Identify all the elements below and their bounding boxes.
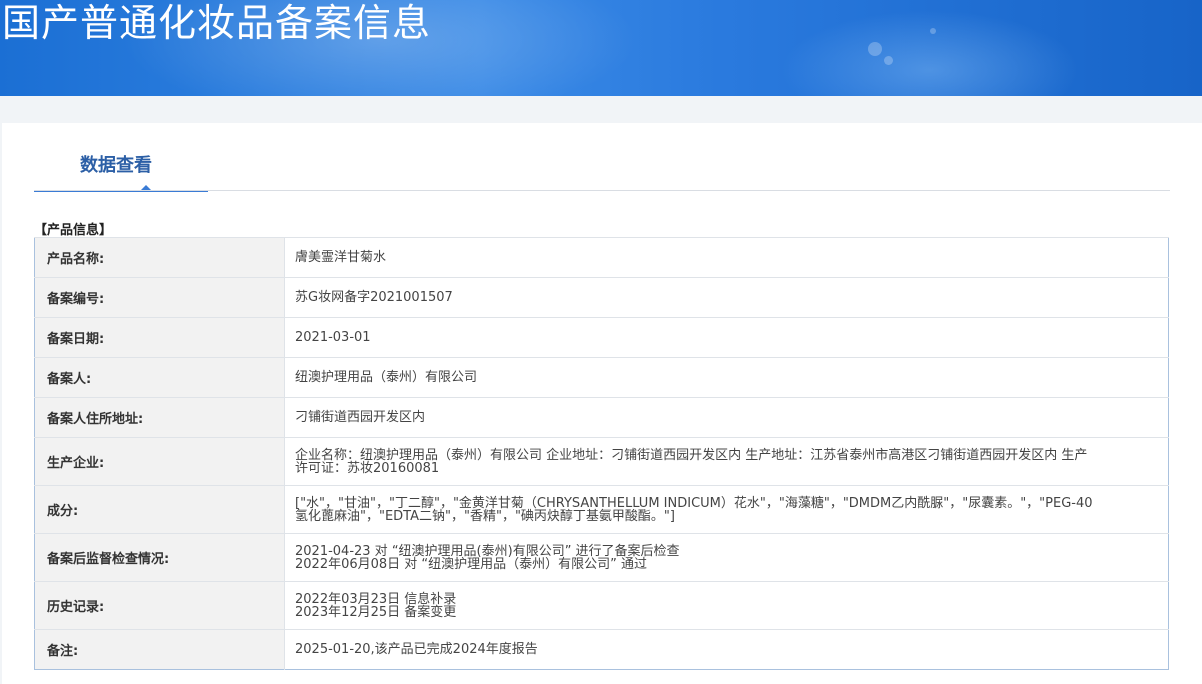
- row-value: 膚美霊洋甘菊水: [284, 237, 1169, 278]
- value-line: 2022年03月23日 信息补录: [295, 591, 457, 607]
- table-row: 备案人: 纽澳护理用品（泰州）有限公司: [34, 357, 1169, 398]
- row-label: 备案后监督检查情况:: [34, 533, 285, 582]
- row-label: 备案编号:: [34, 277, 285, 318]
- row-label: 备案人:: [34, 357, 285, 398]
- product-info-table: 产品名称: 膚美霊洋甘菊水 备案编号: 苏G妆网备字2021001507 备案日…: [34, 237, 1169, 670]
- row-label: 生产企业:: [34, 437, 285, 486]
- banner-decoration: [930, 28, 936, 34]
- tab-divider: [34, 190, 1170, 191]
- value-line: 2025-01-20,该产品已完成2024年度报告: [295, 642, 538, 657]
- row-value: 企业名称：纽澳护理用品（泰州）有限公司 企业地址：刁铺街道西园开发区内 生产地址…: [284, 437, 1169, 486]
- banner-glow: [780, 10, 1080, 96]
- value-line: 2021-03-01: [295, 330, 371, 345]
- table-row: 产品名称: 膚美霊洋甘菊水: [34, 237, 1169, 278]
- banner-decoration: [884, 56, 893, 65]
- row-value: 2022年03月23日 信息补录 2023年12月25日 备案变更: [284, 581, 1169, 630]
- row-value: 2021-03-01: [284, 317, 1169, 358]
- table-row: 备注: 2025-01-20,该产品已完成2024年度报告: [34, 629, 1169, 670]
- table-row: 备案编号: 苏G妆网备字2021001507: [34, 277, 1169, 318]
- value-line: 氢化蓖麻油"，"EDTA二钠"，"香精"，"碘丙炔醇丁基氨甲酸酯。"]: [295, 508, 675, 524]
- table-row: 历史记录: 2022年03月23日 信息补录 2023年12月25日 备案变更: [34, 581, 1169, 630]
- table-row: 成分: ["水"，"甘油"，"丁二醇"，"金黄洋甘菊（CHRYSANTHELLU…: [34, 485, 1169, 534]
- row-value: ["水"，"甘油"，"丁二醇"，"金黄洋甘菊（CHRYSANTHELLUM IN…: [284, 485, 1169, 534]
- row-label: 成分:: [34, 485, 285, 534]
- value-line: 膚美霊洋甘菊水: [295, 250, 387, 265]
- content-card: 数据查看 【产品信息】 产品名称: 膚美霊洋甘菊水 备案编号: 苏G妆网备字20…: [2, 123, 1202, 684]
- header-banner: 国产普通化妆品备案信息: [0, 0, 1202, 96]
- row-value: 苏G妆网备字2021001507: [284, 277, 1169, 318]
- banner-decoration: [868, 42, 882, 56]
- tab-label: 数据查看: [80, 155, 152, 176]
- row-value: 2025-01-20,该产品已完成2024年度报告: [284, 629, 1169, 670]
- value-line: ["水"，"甘油"，"丁二醇"，"金黄洋甘菊（CHRYSANTHELLUM IN…: [295, 495, 1093, 511]
- row-label: 历史记录:: [34, 581, 285, 630]
- row-label: 产品名称:: [34, 237, 285, 278]
- value-line: 企业名称：纽澳护理用品（泰州）有限公司 企业地址：刁铺街道西园开发区内 生产地址…: [295, 447, 1088, 463]
- value-line: 刁铺街道西园开发区内: [295, 410, 426, 425]
- table-row: 生产企业: 企业名称：纽澳护理用品（泰州）有限公司 企业地址：刁铺街道西园开发区…: [34, 437, 1169, 486]
- row-label: 备案人住所地址:: [34, 397, 285, 438]
- page-title: 国产普通化妆品备案信息: [2, 1, 432, 45]
- value-line: 2023年12月25日 备案变更: [295, 604, 457, 620]
- value-line: 纽澳护理用品（泰州）有限公司: [295, 370, 478, 385]
- value-line: 许可证：苏妆20160081: [295, 460, 440, 476]
- value-line: 2021-04-23 对 “纽澳护理用品(泰州)有限公司” 进行了备案后检查: [295, 543, 680, 559]
- value-line: 苏G妆网备字2021001507: [295, 290, 453, 305]
- tab-data-view[interactable]: 数据查看: [34, 143, 208, 192]
- section-heading: 【产品信息】: [34, 223, 113, 238]
- value-line: 2022年06月08日 对 “纽澳护理用品（泰州）有限公司” 通过: [295, 556, 648, 572]
- row-label: 备案日期:: [34, 317, 285, 358]
- row-value: 纽澳护理用品（泰州）有限公司: [284, 357, 1169, 398]
- row-label: 备注:: [34, 629, 285, 670]
- table-row: 备案后监督检查情况: 2021-04-23 对 “纽澳护理用品(泰州)有限公司”…: [34, 533, 1169, 582]
- table-row: 备案日期: 2021-03-01: [34, 317, 1169, 358]
- row-value: 2021-04-23 对 “纽澳护理用品(泰州)有限公司” 进行了备案后检查 2…: [284, 533, 1169, 582]
- table-row: 备案人住所地址: 刁铺街道西园开发区内: [34, 397, 1169, 438]
- row-value: 刁铺街道西园开发区内: [284, 397, 1169, 438]
